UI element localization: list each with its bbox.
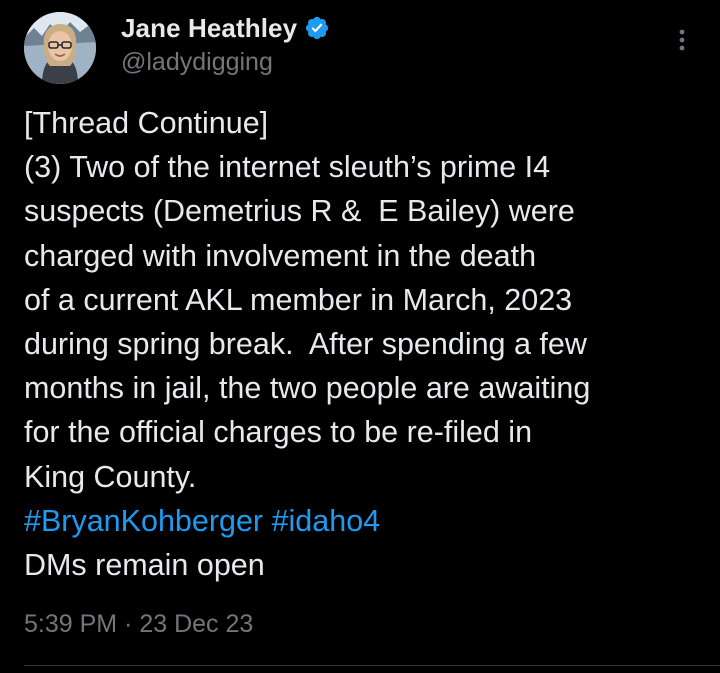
tweet-line: King County. — [24, 459, 197, 494]
tweet-line: for the official charges to be re-filed … — [24, 415, 533, 450]
display-name[interactable]: Jane Heathley — [121, 13, 297, 44]
author-handle[interactable]: @ladydigging — [121, 48, 330, 77]
tweet-closing-line: DMs remain open — [24, 548, 265, 583]
tweet-line: during spring break. After spending a fe… — [24, 327, 587, 362]
more-options-button[interactable] — [670, 24, 694, 56]
author-info: Jane Heathley @ladydigging — [121, 10, 330, 77]
hashtag-link-idaho4[interactable]: #idaho4 — [272, 504, 381, 538]
avatar[interactable] — [24, 12, 96, 84]
more-vertical-icon — [679, 29, 685, 51]
tweet-detail: Jane Heathley @ladydigging [Thread Conti… — [0, 0, 720, 673]
divider — [24, 665, 720, 666]
tweet-line: (3) Two of the internet sleuth’s prime I… — [24, 150, 551, 185]
tweet-line: charged with involvement in the death — [24, 238, 537, 273]
hashtag-link-bryankohberger[interactable]: #BryanKohberger — [24, 504, 263, 538]
post-date[interactable]: 23 Dec 23 — [139, 610, 253, 638]
tweet-line: months in jail, the two people are await… — [24, 371, 591, 406]
tweet-line: [Thread Continue] — [24, 106, 269, 140]
post-time[interactable]: 5:39 PM — [24, 610, 117, 638]
hashtag-line: #BryanKohberger #idaho4 — [24, 499, 704, 543]
verified-badge-icon[interactable] — [304, 15, 330, 41]
meta-separator: · — [117, 610, 140, 638]
tweet-line: of a current AKL member in March, 2023 — [24, 282, 573, 317]
tweet-line: suspects (Demetrius R & E Bailey) were — [24, 194, 575, 229]
tweet-text: [Thread Continue] (3) Two of the interne… — [24, 101, 704, 587]
name-row: Jane Heathley — [121, 10, 330, 46]
tweet-timestamp: 5:39 PM · 23 Dec 23 — [24, 610, 253, 639]
